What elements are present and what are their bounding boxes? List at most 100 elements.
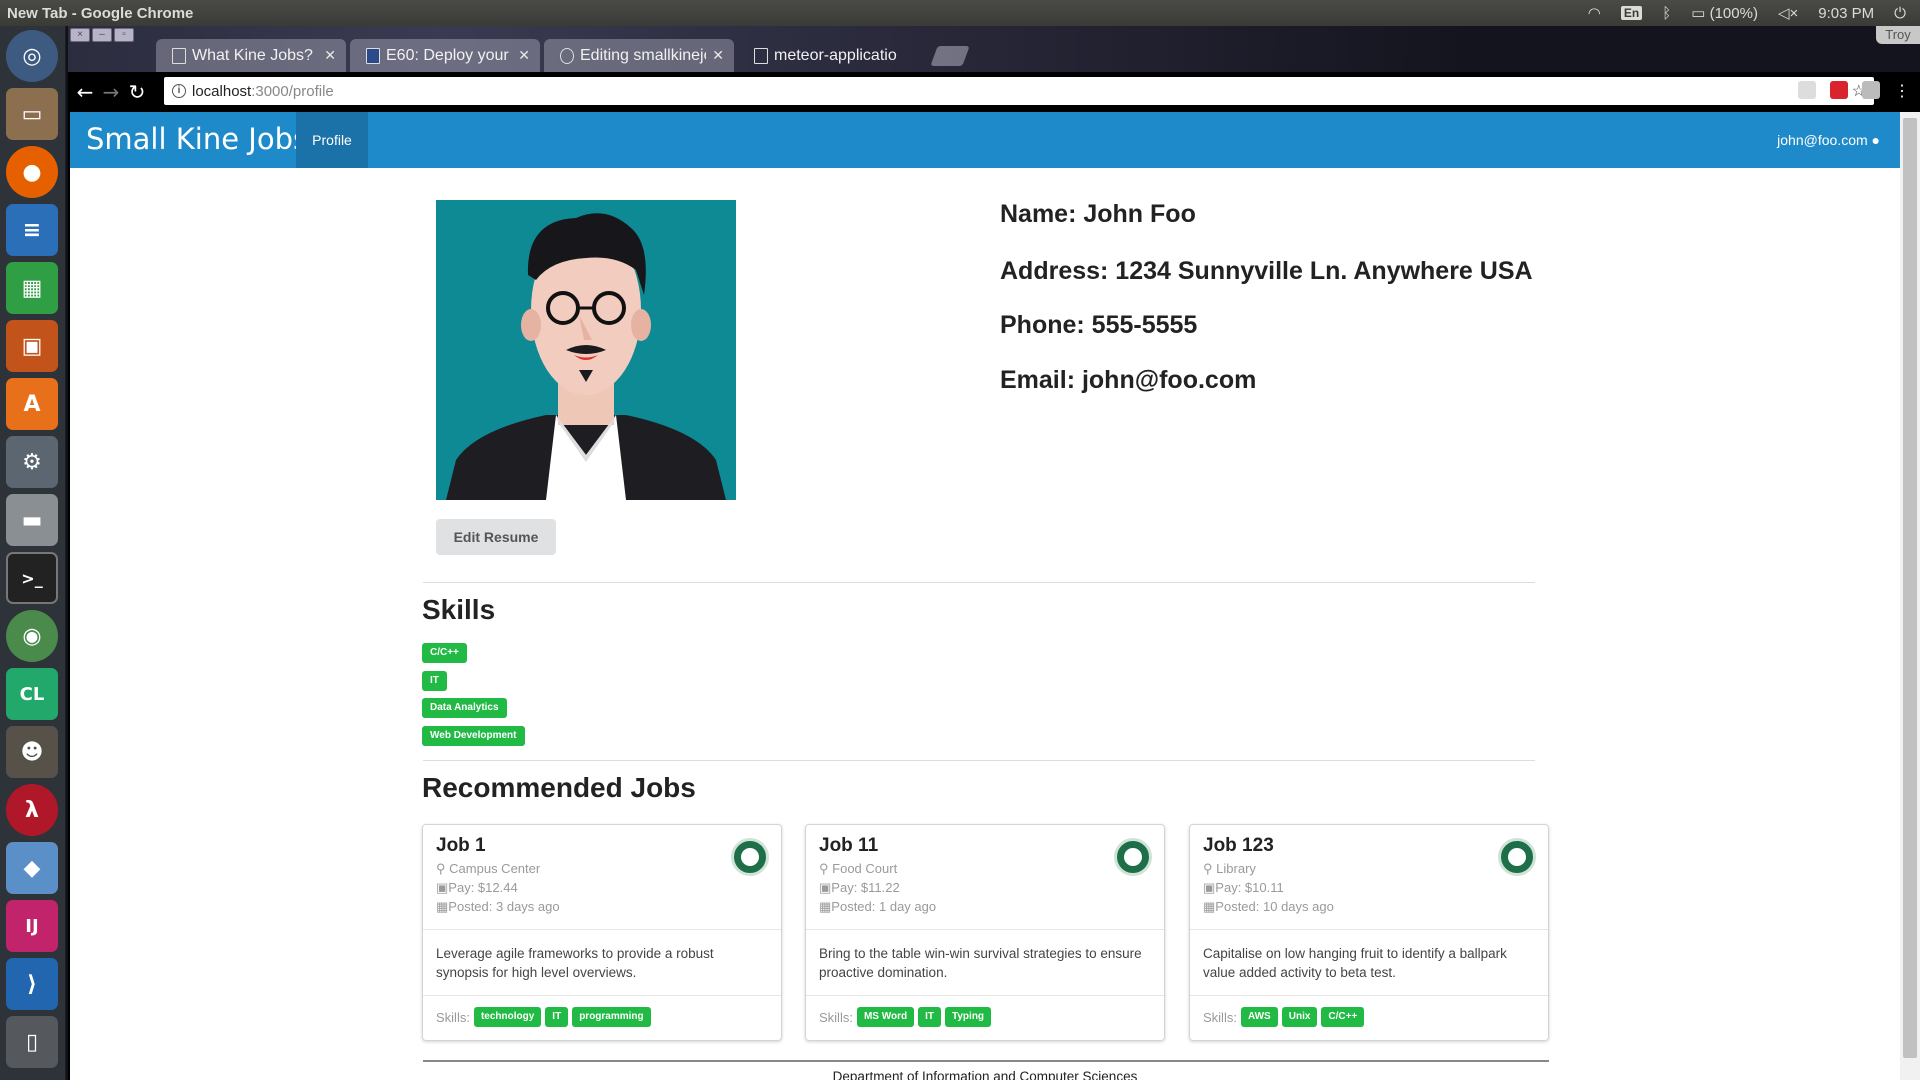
chrome-profile-button[interactable]: Troy bbox=[1876, 26, 1920, 44]
reload-icon[interactable]: ↻ bbox=[124, 80, 150, 104]
job-location: ⚲ Food Court bbox=[819, 861, 898, 876]
tab-what-kine-jobs[interactable]: What Kine Jobs? Sm ✕ bbox=[156, 39, 346, 72]
avatar-illustration bbox=[446, 213, 726, 500]
clock[interactable]: 9:03 PM bbox=[1818, 5, 1874, 22]
close-window-button[interactable]: × bbox=[70, 28, 90, 42]
brand-logo-text[interactable]: Small Kine Jobs bbox=[86, 122, 308, 156]
job-title[interactable]: Job 11 bbox=[819, 835, 878, 857]
calendar-icon: ▦ bbox=[819, 899, 832, 914]
menu-dots-icon[interactable]: ⋮ bbox=[1894, 81, 1910, 101]
edit-resume-button[interactable]: Edit Resume bbox=[436, 519, 556, 555]
address-bar[interactable]: i localhost:3000/profile ⚷ ☆ bbox=[164, 77, 1874, 105]
money-icon: ▣ bbox=[436, 880, 449, 895]
extension-icons: ⋮ bbox=[1798, 81, 1910, 101]
job-card[interactable]: Job 123 ⚲ Library ▣Pay: $10.11 ▦Posted: … bbox=[1189, 824, 1549, 1041]
browser-toolbar: ← → ↻ i localhost:3000/profile ⚷ ☆ ⋮ bbox=[68, 72, 1920, 112]
browser-window: × – ▫ What Kine Jobs? Sm ✕ E60: Deploy y… bbox=[68, 26, 1920, 1080]
job-card[interactable]: Job 11 ⚲ Food Court ▣Pay: $11.22 ▦Posted… bbox=[805, 824, 1165, 1041]
tab-editing-smallkinejobs[interactable]: Editing smallkinejo ✕ bbox=[544, 39, 734, 72]
extension-gray-icon[interactable] bbox=[1862, 81, 1880, 99]
profile-email: Email: john@foo.com bbox=[1000, 366, 1257, 394]
writer-icon[interactable]: ≡ bbox=[6, 204, 58, 256]
trash-icon[interactable]: ▯ bbox=[6, 1016, 58, 1068]
tab-deploy[interactable]: E60: Deploy your fi ✕ bbox=[350, 39, 540, 72]
scrollbar-thumb[interactable] bbox=[1903, 118, 1917, 1058]
battery-indicator[interactable]: ▭ (100%) bbox=[1691, 4, 1758, 22]
footer-divider bbox=[423, 1060, 1549, 1062]
card-separator bbox=[423, 929, 781, 930]
job-pay: ▣Pay: $10.11 bbox=[1203, 880, 1284, 895]
maximize-window-button[interactable]: ▫ bbox=[114, 28, 134, 42]
job-title[interactable]: Job 1 bbox=[436, 835, 486, 857]
close-tab-icon[interactable]: ✕ bbox=[712, 47, 724, 64]
map-pin-icon: ⚲ bbox=[436, 861, 446, 876]
github-icon bbox=[560, 47, 574, 64]
settings-icon[interactable]: ⚙ bbox=[6, 436, 58, 488]
profile-phone: Phone: 555-5555 bbox=[1000, 311, 1198, 339]
skill-tag: Data Analytics bbox=[422, 698, 507, 718]
footer-department: Department of Information and Computer S… bbox=[832, 1069, 1138, 1080]
job-skill-tag: C/C++ bbox=[1321, 1007, 1365, 1027]
extension-hexagon-icon[interactable] bbox=[1798, 81, 1816, 99]
system-tray: ◠ En ᛒ ▭ (100%) ◁× 9:03 PM ⏻ bbox=[1588, 0, 1906, 26]
job-location: ⚲ Library bbox=[1203, 861, 1256, 876]
job-card[interactable]: Job 1 ⚲ Campus Center ▣Pay: $12.44 ▦Post… bbox=[422, 824, 782, 1041]
extension-red-icon[interactable] bbox=[1830, 81, 1848, 99]
ubuntu-dash-icon[interactable]: ◎ bbox=[6, 30, 58, 82]
minimize-window-button[interactable]: – bbox=[92, 28, 112, 42]
job-skill-tag: programming bbox=[572, 1007, 651, 1027]
card-separator bbox=[806, 995, 1164, 996]
software-center-icon[interactable]: A bbox=[6, 378, 58, 430]
page-icon bbox=[754, 47, 768, 64]
calendar-icon: ▦ bbox=[436, 899, 449, 914]
gimp-icon[interactable]: ☻ bbox=[6, 726, 58, 778]
job-posted: ▦Posted: 1 day ago bbox=[819, 899, 937, 914]
site-info-icon[interactable]: i bbox=[172, 84, 186, 98]
lambda-icon[interactable]: λ bbox=[6, 784, 58, 836]
money-icon: ▣ bbox=[819, 880, 832, 895]
uh-seal-icon bbox=[1114, 838, 1152, 876]
files-icon[interactable]: ▭ bbox=[6, 88, 58, 140]
doc-icon bbox=[366, 47, 380, 64]
user-menu[interactable]: john@foo.com ● bbox=[1777, 112, 1880, 168]
forward-icon[interactable]: → bbox=[98, 80, 124, 104]
job-posted: ▦Posted: 3 days ago bbox=[436, 899, 560, 914]
window-title: New Tab - Google Chrome bbox=[7, 4, 194, 22]
keyboard-layout[interactable]: En bbox=[1620, 6, 1643, 20]
impress-icon[interactable]: ▣ bbox=[6, 320, 58, 372]
page-scrollbar[interactable] bbox=[1900, 112, 1920, 1080]
job-pay: ▣Pay: $12.44 bbox=[436, 880, 518, 895]
vscode-icon[interactable]: ⟩ bbox=[6, 958, 58, 1010]
url-path: :3000/profile bbox=[251, 82, 334, 100]
new-tab-button[interactable] bbox=[930, 46, 970, 66]
job-skill-tag: IT bbox=[918, 1007, 941, 1027]
tab-strip: × – ▫ What Kine Jobs? Sm ✕ E60: Deploy y… bbox=[68, 26, 1920, 72]
clion-icon[interactable]: CL bbox=[6, 668, 58, 720]
job-skills: Skills: technology IT programming bbox=[436, 1007, 651, 1027]
window-controls: × – ▫ bbox=[70, 28, 134, 42]
job-skill-tag: IT bbox=[545, 1007, 569, 1027]
job-skill-tag: MS Word bbox=[856, 1007, 915, 1027]
wifi-icon[interactable]: ◠ bbox=[1588, 4, 1601, 22]
volume-icon[interactable]: ◁× bbox=[1778, 4, 1798, 22]
virtualbox-icon[interactable]: ◆ bbox=[6, 842, 58, 894]
job-pay: ▣Pay: $11.22 bbox=[819, 880, 900, 895]
firefox-icon[interactable]: ● bbox=[6, 146, 58, 198]
job-description: Bring to the table win-win survival stra… bbox=[819, 946, 1142, 980]
power-icon[interactable]: ⏻ bbox=[1894, 5, 1906, 22]
user-icon: ● bbox=[1871, 132, 1880, 148]
job-title[interactable]: Job 123 bbox=[1203, 835, 1274, 857]
close-tab-icon[interactable]: ✕ bbox=[324, 47, 336, 64]
nav-profile-link[interactable]: Profile bbox=[296, 112, 368, 168]
intellij-icon[interactable]: IJ bbox=[6, 900, 58, 952]
terminal-icon[interactable]: >_ bbox=[6, 552, 58, 604]
job-skill-tag: technology bbox=[473, 1007, 542, 1027]
tab-meteor-application[interactable]: meteor-applicatio bbox=[738, 39, 928, 72]
bluetooth-icon[interactable]: ᛒ bbox=[1662, 5, 1671, 22]
close-tab-icon[interactable]: ✕ bbox=[518, 47, 530, 64]
recommended-jobs-heading: Recommended Jobs bbox=[422, 772, 696, 803]
calc-icon[interactable]: ▦ bbox=[6, 262, 58, 314]
chrome-icon[interactable]: ◉ bbox=[6, 610, 58, 662]
disk-icon[interactable]: ▬ bbox=[6, 494, 58, 546]
back-icon[interactable]: ← bbox=[72, 80, 98, 104]
